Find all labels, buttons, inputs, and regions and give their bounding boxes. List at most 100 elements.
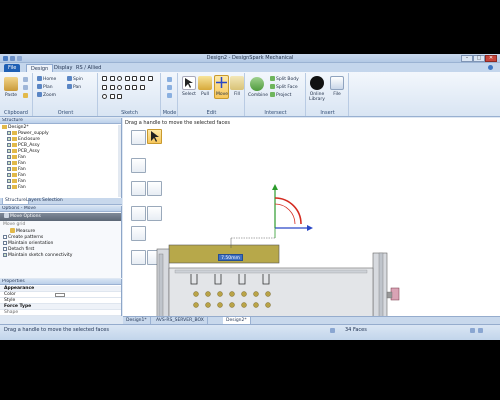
- online-library-icon[interactable]: [310, 76, 324, 90]
- maintain-orientation-checkbox[interactable]: [3, 241, 7, 245]
- clipboard-group-label: Clipboard: [4, 110, 28, 116]
- view-options-icon[interactable]: [470, 328, 475, 333]
- fill-button-label[interactable]: Fill: [228, 92, 246, 97]
- spin-button[interactable]: Spin: [67, 76, 83, 83]
- visibility-checkbox[interactable]: [7, 137, 11, 141]
- color-swatch[interactable]: [55, 293, 65, 297]
- visibility-checkbox[interactable]: [7, 167, 11, 171]
- sweep-arc-icon[interactable]: [117, 94, 123, 99]
- detach-first-label: Detach first: [8, 247, 35, 252]
- zoom-button[interactable]: Zoom: [37, 92, 56, 99]
- copy-icon[interactable]: [23, 85, 28, 90]
- intersect-group-label: Intersect: [264, 110, 287, 116]
- plan-icon: [37, 84, 42, 89]
- structure-scrollbar[interactable]: [118, 125, 121, 197]
- line-icon[interactable]: [102, 76, 107, 81]
- rectangle-icon[interactable]: [109, 76, 115, 81]
- move-handle[interactable]: [230, 184, 313, 248]
- plan-button[interactable]: Plan: [37, 84, 53, 91]
- pan-button[interactable]: Pan: [67, 84, 81, 91]
- cut-icon[interactable]: [23, 77, 28, 82]
- sketch-mode-icon[interactable]: [167, 77, 172, 82]
- arc-icon[interactable]: [124, 76, 130, 81]
- pan-label: Pan: [73, 85, 82, 90]
- point-icon[interactable]: [147, 76, 153, 81]
- tab-rs-allied[interactable]: RS / Allied: [72, 64, 105, 72]
- visibility-checkbox[interactable]: [7, 185, 11, 189]
- spline-icon[interactable]: [139, 76, 145, 81]
- mirror-icon[interactable]: [139, 85, 145, 90]
- component-icon: [12, 149, 17, 153]
- component-icon: [12, 161, 17, 165]
- tree-item-label: Fan: [18, 161, 26, 166]
- design-viewport[interactable]: Drag a handle to move the selected faces: [123, 118, 500, 323]
- shape-label: Shape: [4, 310, 19, 315]
- format-painter-icon[interactable]: [23, 93, 28, 98]
- tree-item-label: Fan: [18, 173, 26, 178]
- file-insert-button-label[interactable]: File: [328, 92, 346, 97]
- property-row[interactable]: Shape: [0, 310, 121, 316]
- tangent-arc-icon[interactable]: [124, 85, 130, 90]
- offset-icon[interactable]: [109, 85, 115, 90]
- visibility-checkbox[interactable]: [7, 149, 11, 153]
- paste-icon[interactable]: [4, 77, 18, 91]
- paste-button-label[interactable]: Paste: [2, 93, 20, 98]
- move-options-bar[interactable]: Move Options: [0, 213, 121, 221]
- maintain-sketch-connectivity-option[interactable]: Maintain sketch connectivity: [3, 253, 72, 259]
- maintain-orientation-label: Maintain orientation: [8, 241, 54, 246]
- fillet-icon[interactable]: [132, 85, 138, 90]
- visibility-checkbox[interactable]: [7, 179, 11, 183]
- visibility-checkbox[interactable]: [7, 143, 11, 147]
- selection-filter-icon[interactable]: [330, 328, 335, 333]
- detach-first-checkbox[interactable]: [3, 247, 7, 251]
- file-insert-icon[interactable]: [330, 76, 344, 90]
- component-icon: [12, 179, 17, 183]
- help-icon[interactable]: [488, 65, 493, 70]
- component-icon: [12, 155, 17, 159]
- side-connector[interactable]: [390, 287, 400, 301]
- construction-line-icon[interactable]: [109, 94, 115, 99]
- polygon-icon[interactable]: [132, 76, 138, 81]
- minimize-button[interactable]: –: [461, 55, 473, 62]
- spin-label: Spin: [73, 77, 83, 82]
- online-library-button-label[interactable]: Online Library: [307, 92, 327, 102]
- color-label: Color: [4, 292, 16, 297]
- zoom-fit-icon[interactable]: [478, 328, 483, 333]
- split-face-button[interactable]: Split Face: [270, 84, 298, 91]
- title-bar: Design2 - DesignSpark Mechanical – □ ✕: [0, 54, 500, 63]
- enclosure-front-panel[interactable]: [168, 267, 374, 323]
- visibility-checkbox[interactable]: [7, 131, 11, 135]
- combine-button-label[interactable]: Combine: [246, 93, 270, 98]
- maintain-sketch-connectivity-checkbox[interactable]: [3, 253, 7, 257]
- home-button[interactable]: Home: [37, 76, 56, 83]
- close-button[interactable]: ✕: [485, 55, 497, 62]
- move-grid-label: Move grid: [3, 222, 26, 227]
- pull-icon[interactable]: [198, 76, 212, 90]
- 3d-mode-icon[interactable]: [167, 93, 172, 98]
- visibility-checkbox[interactable]: [7, 155, 11, 159]
- tree-item[interactable]: Fan: [7, 185, 26, 191]
- trim-icon[interactable]: [102, 85, 107, 90]
- split-face-icon: [270, 84, 275, 89]
- combine-icon[interactable]: [250, 77, 264, 91]
- ellipse-icon[interactable]: [117, 85, 123, 90]
- model-geometry[interactable]: [123, 118, 500, 323]
- ribbon-tabs: File Design Display RS / Allied: [0, 63, 500, 72]
- visibility-checkbox[interactable]: [7, 161, 11, 165]
- structure-tabs: Structure Layers Selection: [0, 198, 122, 205]
- tab-selection[interactable]: Selection: [40, 198, 65, 204]
- section-mode-icon[interactable]: [167, 85, 172, 90]
- tab-file[interactable]: File: [4, 64, 21, 72]
- three-point-circle-icon[interactable]: [102, 94, 107, 99]
- project-button[interactable]: Project: [270, 92, 291, 99]
- maximize-button[interactable]: □: [473, 55, 485, 62]
- create-patterns-checkbox[interactable]: [3, 235, 7, 239]
- circle-icon[interactable]: [117, 76, 123, 81]
- split-body-button[interactable]: Split Body: [270, 76, 299, 83]
- measure-option[interactable]: Measure: [10, 228, 35, 235]
- visibility-checkbox[interactable]: [7, 173, 11, 177]
- plan-label: Plan: [43, 85, 53, 90]
- fill-icon[interactable]: [230, 76, 244, 90]
- dimension-label[interactable]: 7.50mm: [218, 254, 243, 261]
- select-icon[interactable]: [182, 76, 196, 90]
